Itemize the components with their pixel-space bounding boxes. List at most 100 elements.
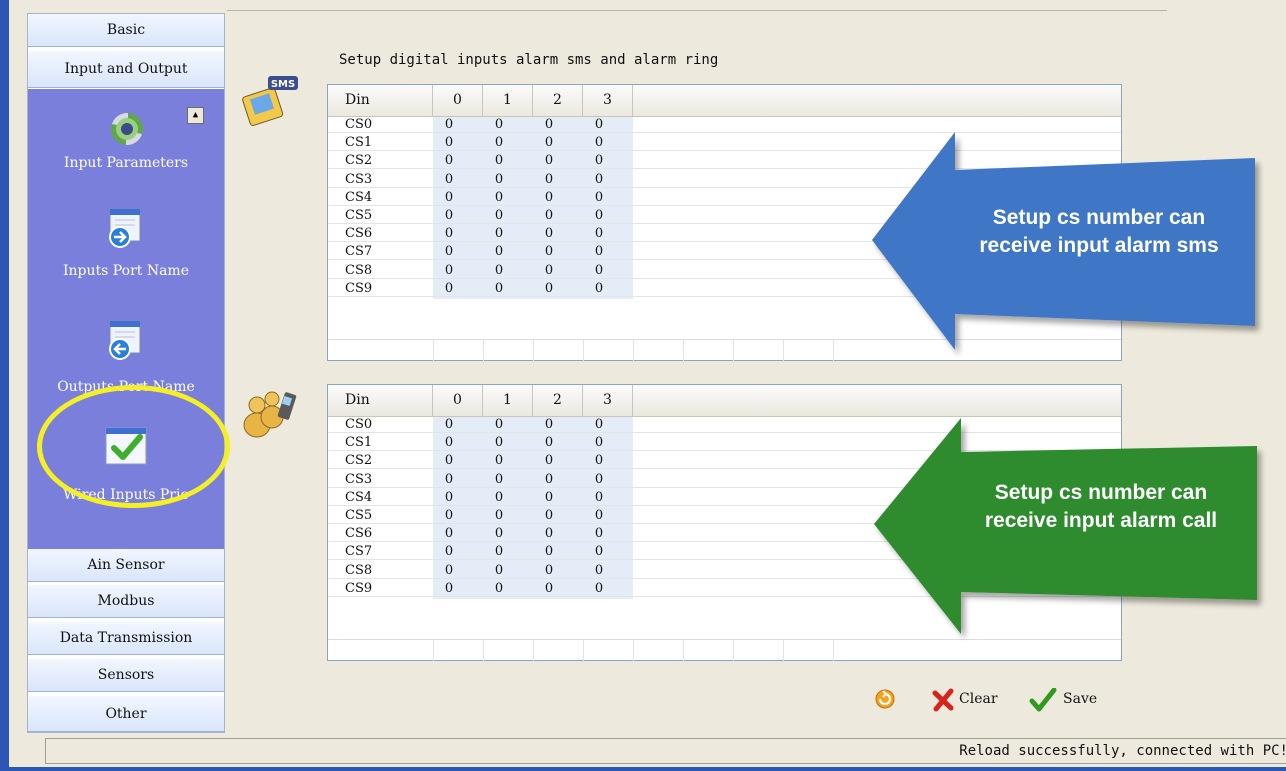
table-cell[interactable]: 0 — [533, 435, 565, 451]
table-cell[interactable]: 0 — [483, 135, 515, 151]
table-cell[interactable]: 0 — [433, 263, 465, 279]
save-button[interactable]: Save — [1029, 688, 1109, 712]
table-cell[interactable]: 0 — [483, 153, 515, 169]
table-cell[interactable]: 0 — [433, 490, 465, 506]
table-cell[interactable]: 0 — [583, 153, 615, 169]
table-cell[interactable]: 0 — [533, 490, 565, 506]
clear-button[interactable]: Clear — [931, 688, 1021, 712]
table-cell[interactable]: 0 — [583, 172, 615, 188]
panel-item-input-parameters[interactable]: Input Parameters — [28, 89, 224, 189]
table-cell[interactable]: 0 — [583, 544, 615, 560]
column-header-0[interactable]: 0 — [433, 385, 483, 416]
table-cell[interactable]: 0 — [433, 208, 465, 224]
table-cell[interactable]: 0 — [533, 153, 565, 169]
table-cell[interactable]: 0 — [433, 435, 465, 451]
table-cell[interactable]: 0 — [483, 172, 515, 188]
table-cell[interactable]: 0 — [583, 563, 615, 579]
table-cell[interactable]: 0 — [533, 281, 565, 297]
table-cell[interactable]: 0 — [583, 526, 615, 542]
table-cell[interactable]: 0 — [483, 190, 515, 206]
nav-ain-sensor[interactable]: Ain Sensor — [28, 549, 224, 582]
table-cell[interactable]: 0 — [533, 453, 565, 469]
table-cell[interactable]: 0 — [483, 472, 515, 488]
table-cell[interactable]: 0 — [483, 544, 515, 560]
table-cell[interactable]: 0 — [533, 244, 565, 260]
table-cell[interactable]: 0 — [533, 508, 565, 524]
table-cell[interactable]: 0 — [483, 244, 515, 260]
table-cell[interactable]: 0 — [433, 281, 465, 297]
panel-item-outputs-port-name[interactable]: Outputs Port Name — [28, 301, 224, 406]
table-cell[interactable]: 0 — [533, 563, 565, 579]
column-header-1[interactable]: 1 — [483, 385, 533, 416]
table-cell[interactable]: 0 — [483, 526, 515, 542]
table-cell[interactable]: 0 — [533, 472, 565, 488]
panel-item-wired-inputs-prio[interactable]: Wired Inputs Prio — [28, 414, 224, 519]
table-cell[interactable]: 0 — [533, 544, 565, 560]
nav-basic[interactable]: Basic — [28, 14, 224, 47]
column-header-din[interactable]: Din — [328, 385, 433, 416]
column-header-3[interactable]: 3 — [583, 385, 633, 416]
table-cell[interactable]: 0 — [433, 544, 465, 560]
table-cell[interactable]: 0 — [533, 226, 565, 242]
table-cell[interactable]: 0 — [483, 281, 515, 297]
table-cell[interactable]: 0 — [483, 117, 515, 133]
panel-item-inputs-port-name[interactable]: Inputs Port Name — [28, 194, 224, 299]
nav-modbus[interactable]: Modbus — [28, 585, 224, 618]
nav-other[interactable]: Other — [28, 696, 224, 732]
table-cell[interactable]: 0 — [583, 208, 615, 224]
reload-button[interactable] — [874, 688, 900, 712]
table-cell[interactable]: 0 — [533, 190, 565, 206]
table-cell[interactable]: 0 — [433, 453, 465, 469]
table-cell[interactable]: 0 — [583, 417, 615, 433]
table-cell[interactable]: 0 — [483, 563, 515, 579]
column-header-din[interactable]: Din — [328, 85, 433, 116]
table-cell[interactable]: 0 — [533, 263, 565, 279]
table-cell[interactable]: 0 — [483, 490, 515, 506]
table-cell[interactable]: 0 — [483, 508, 515, 524]
table-cell[interactable]: 0 — [433, 117, 465, 133]
table-cell[interactable]: 0 — [433, 226, 465, 242]
table-cell[interactable]: 0 — [533, 526, 565, 542]
column-header-3[interactable]: 3 — [583, 85, 633, 116]
table-cell[interactable]: 0 — [533, 117, 565, 133]
nav-sensors[interactable]: Sensors — [28, 659, 224, 692]
table-cell[interactable]: 0 — [583, 281, 615, 297]
table-cell[interactable]: 0 — [583, 453, 615, 469]
table-cell[interactable]: 0 — [433, 153, 465, 169]
table-cell[interactable]: 0 — [533, 417, 565, 433]
table-cell[interactable]: 0 — [433, 526, 465, 542]
table-cell[interactable]: 0 — [583, 508, 615, 524]
table-cell[interactable]: 0 — [483, 208, 515, 224]
table-cell[interactable]: 0 — [583, 226, 615, 242]
table-cell[interactable]: 0 — [533, 135, 565, 151]
column-header-0[interactable]: 0 — [433, 85, 483, 116]
table-cell[interactable]: 0 — [583, 490, 615, 506]
table-cell[interactable]: 0 — [533, 172, 565, 188]
table-cell[interactable]: 0 — [483, 226, 515, 242]
table-cell[interactable]: 0 — [433, 508, 465, 524]
table-cell[interactable]: 0 — [483, 263, 515, 279]
column-header-2[interactable]: 2 — [533, 85, 583, 116]
nav-data-transmission[interactable]: Data Transmission — [28, 622, 224, 655]
nav-input-and-output[interactable]: Input and Output — [28, 51, 224, 88]
table-cell[interactable]: 0 — [533, 581, 565, 597]
table-cell[interactable]: 0 — [483, 453, 515, 469]
table-cell[interactable]: 0 — [433, 244, 465, 260]
table-cell[interactable]: 0 — [583, 263, 615, 279]
table-cell[interactable]: 0 — [583, 244, 615, 260]
table-cell[interactable]: 0 — [583, 435, 615, 451]
table-cell[interactable]: 0 — [483, 581, 515, 597]
table-cell[interactable]: 0 — [583, 472, 615, 488]
table-cell[interactable]: 0 — [433, 135, 465, 151]
table-cell[interactable]: 0 — [433, 581, 465, 597]
table-cell[interactable]: 0 — [483, 435, 515, 451]
table-cell[interactable]: 0 — [433, 190, 465, 206]
table-cell[interactable]: 0 — [583, 190, 615, 206]
table-cell[interactable]: 0 — [433, 563, 465, 579]
table-cell[interactable]: 0 — [533, 208, 565, 224]
column-header-2[interactable]: 2 — [533, 385, 583, 416]
table-cell[interactable]: 0 — [433, 417, 465, 433]
table-cell[interactable]: 0 — [583, 117, 615, 133]
column-header-1[interactable]: 1 — [483, 85, 533, 116]
table-cell[interactable]: 0 — [433, 472, 465, 488]
